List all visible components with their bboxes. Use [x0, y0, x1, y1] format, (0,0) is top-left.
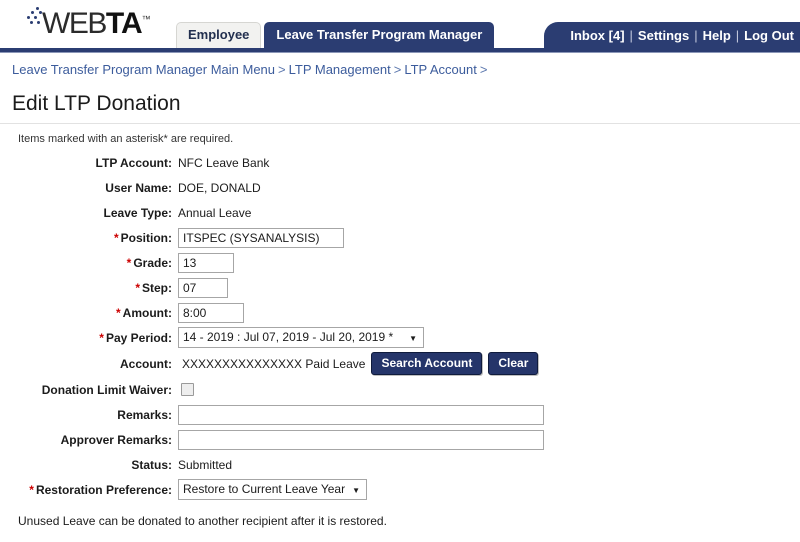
nav-help[interactable]: Help	[703, 28, 731, 43]
donation-limit-waiver-checkbox[interactable]	[181, 383, 194, 396]
label-grade: * Grade:	[126, 255, 172, 270]
label-pay-period: * Pay Period:	[99, 330, 172, 345]
row-grade: * Grade:	[0, 252, 800, 273]
row-step: * Step:	[0, 277, 800, 298]
value-account: XXXXXXXXXXXXXXX Paid Leave	[182, 356, 366, 371]
row-ltp-account: LTP Account: NFC Leave Bank	[0, 152, 800, 173]
nav-separator: |	[694, 27, 698, 43]
breadcrumb: Leave Transfer Program Manager Main Menu…	[0, 53, 800, 86]
trademark-icon: ™	[141, 14, 151, 24]
restoration-preference-select[interactable]: Restore to Current Leave Year	[178, 479, 367, 500]
position-input[interactable]	[178, 227, 344, 248]
label-status: Status:	[131, 457, 172, 472]
nav-settings[interactable]: Settings	[638, 28, 689, 43]
remarks-input[interactable]	[178, 404, 544, 425]
label-restoration-preference: * Restoration Preference:	[29, 482, 172, 497]
nav-separator: |	[735, 27, 740, 43]
approver-remarks-input[interactable]	[178, 429, 544, 450]
required-asterisk-icon: *	[135, 280, 140, 295]
breadcrumb-separator: >	[393, 62, 402, 77]
label-account: Account:	[120, 356, 172, 371]
row-amount: * Amount:	[0, 302, 800, 323]
nav-separator: |	[629, 27, 633, 43]
restoration-preference-select-wrap: Restore to Current Leave Year ▼	[178, 479, 367, 500]
nav-log-out[interactable]: Log Out	[744, 28, 794, 43]
row-restoration-preference: * Restoration Preference: Restore to Curr…	[0, 479, 800, 500]
main-tabs: Employee Leave Transfer Program Manager	[176, 22, 495, 48]
tab-leave-transfer-program-manager[interactable]: Leave Transfer Program Manager	[264, 22, 495, 48]
breadcrumb-separator: >	[278, 62, 286, 77]
tab-employee[interactable]: Employee	[176, 22, 262, 48]
row-approver-remarks: Approver Remarks:	[0, 429, 800, 450]
row-pay-period: * Pay Period: 14 - 2019 : Jul 07, 2019 - …	[0, 327, 800, 348]
logo-web-text: WEB	[42, 7, 107, 40]
page-title: Edit LTP Donation	[12, 92, 181, 115]
value-leave-type: Annual Leave	[178, 205, 252, 220]
status-badge: Submitted	[178, 457, 233, 472]
required-asterisk-icon: *	[114, 230, 119, 245]
breadcrumb-trailing-separator: >	[479, 62, 488, 77]
app-header: WEBTA™ Employee Leave Transfer Program M…	[0, 0, 800, 48]
pay-period-select[interactable]: 14 - 2019 : Jul 07, 2019 - Jul 20, 2019 …	[178, 327, 424, 348]
row-status: Status: Submitted	[0, 454, 800, 475]
search-account-button[interactable]: Search Account	[371, 352, 483, 375]
clear-account-button[interactable]: Clear	[488, 352, 539, 375]
label-leave-type: Leave Type:	[103, 205, 172, 220]
label-user-name: User Name:	[105, 180, 172, 195]
row-user-name: User Name: DOE, DONALD	[0, 177, 800, 198]
edit-ltp-donation-form: LTP Account: NFC Leave Bank User Name: D…	[0, 152, 800, 500]
row-remarks: Remarks:	[0, 404, 800, 425]
step-input[interactable]	[178, 277, 228, 298]
value-ltp-account: NFC Leave Bank	[178, 155, 270, 170]
row-position: * Position:	[0, 227, 800, 248]
label-ltp-account: LTP Account:	[95, 155, 172, 170]
label-amount: * Amount:	[116, 305, 172, 320]
label-remarks: Remarks:	[117, 407, 172, 422]
restoration-footnote: Unused Leave can be donated to another r…	[18, 514, 387, 528]
row-donation-limit-waiver: Donation Limit Waiver:	[0, 379, 800, 400]
value-user-name: DOE, DONALD	[178, 180, 261, 195]
breadcrumb-item-main-menu[interactable]: Leave Transfer Program Manager Main Menu	[12, 62, 275, 77]
webta-logo: WEBTA™	[26, 4, 151, 40]
required-fields-note: Items marked with an asterisk* are requi…	[18, 133, 234, 145]
required-asterisk-icon: *	[116, 305, 121, 320]
label-position: * Position:	[114, 230, 172, 245]
required-asterisk-icon: *	[29, 482, 34, 497]
pay-period-select-wrap: 14 - 2019 : Jul 07, 2019 - Jul 20, 2019 …	[178, 327, 424, 348]
utility-nav: Inbox [4] | Settings | Help | Log Out	[544, 22, 800, 48]
action-button-bar: Save Approve Reject Delete Cancel	[0, 528, 800, 542]
logo-text: WEBTA™	[42, 4, 151, 40]
label-approver-remarks: Approver Remarks:	[60, 432, 172, 447]
logo-ta-text: TA	[105, 7, 143, 40]
breadcrumb-item-ltp-management[interactable]: LTP Management	[289, 62, 391, 77]
amount-input[interactable]	[178, 302, 244, 323]
nav-inbox[interactable]: Inbox [4]	[570, 28, 624, 43]
row-leave-type: Leave Type: Annual Leave	[0, 202, 800, 223]
required-asterisk-icon: *	[99, 330, 104, 345]
label-donation-limit-waiver: Donation Limit Waiver:	[41, 382, 172, 397]
grade-input[interactable]	[178, 252, 234, 273]
label-step: * Step:	[135, 280, 172, 295]
breadcrumb-item-ltp-account[interactable]: LTP Account	[404, 62, 477, 77]
row-account: Account: XXXXXXXXXXXXXXX Paid Leave Sear…	[0, 352, 800, 375]
